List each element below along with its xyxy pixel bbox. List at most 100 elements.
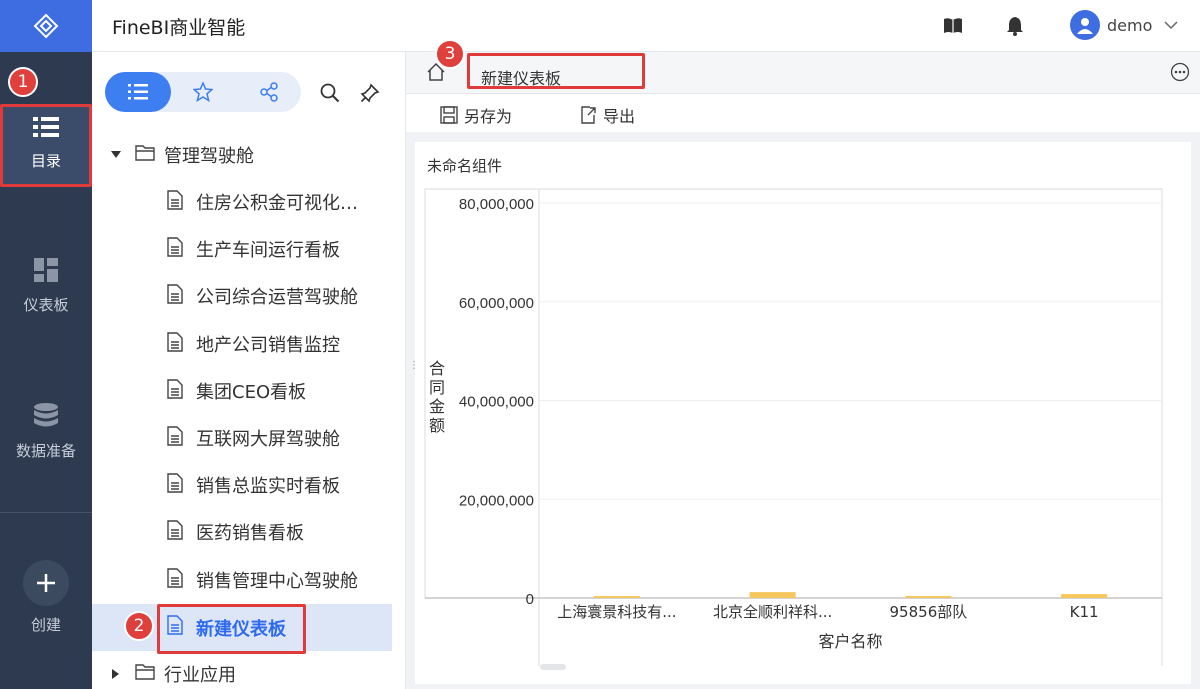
app-logo[interactable] [0, 0, 92, 52]
document-icon [167, 331, 183, 357]
export-icon [581, 106, 596, 124]
tab-list-view[interactable] [105, 72, 171, 112]
rail-label-data-prep: 数据准备 [15, 442, 76, 460]
tree-item-label: 公司综合运营驾驶舱 [196, 287, 358, 308]
star-icon [193, 82, 213, 102]
bar [749, 592, 796, 598]
x-tick-label: 上海寰景科技有... [557, 603, 676, 621]
document-icon [167, 283, 183, 309]
annotation-box-3 [467, 53, 645, 89]
share-icon [260, 82, 278, 102]
caret-right-icon[interactable] [110, 668, 122, 680]
tree-item-dashboard[interactable]: 生产车间运行看板 [92, 229, 392, 269]
x-tick-label: 95856部队 [890, 603, 968, 621]
annotation-box-1 [0, 104, 92, 187]
top-header: FineBI商业智能 demo [92, 0, 1200, 52]
dashboard-icon [34, 258, 58, 282]
y-tick-label: 20,000,000 [459, 492, 534, 509]
horizontal-scrollbar [540, 664, 566, 670]
tree-item-label: 生产车间运行看板 [196, 240, 340, 261]
y-tick-label: 80,000,000 [459, 196, 534, 213]
document-icon [167, 519, 183, 545]
annotation-badge-2: 2 [124, 611, 154, 641]
list-icon [128, 84, 148, 100]
plot-frame [424, 188, 1163, 599]
rail-item-create[interactable]: 创建 [0, 560, 92, 635]
chart-widget[interactable]: 未命名组件 80,000,000 60,000,000 40,000,000 20,0… [415, 142, 1191, 684]
dashboard-toolbar: 另存为 导出 [406, 94, 1200, 132]
tree-item-dashboard[interactable]: 集团CEO看板 [92, 371, 392, 411]
save-as-button[interactable]: 另存为 [440, 103, 512, 127]
document-icon [167, 472, 183, 498]
y-axis-title: 合 [429, 359, 445, 378]
username: demo [1107, 15, 1153, 35]
rail-item-dashboard[interactable]: 仪表板 [0, 258, 92, 315]
logo-icon [33, 13, 59, 39]
tree-folder-management[interactable]: 管理驾驶舱 [92, 135, 392, 175]
bar-chart: 80,000,000 60,000,000 40,000,000 20,000,000… [424, 188, 1163, 670]
user-menu[interactable]: demo [1070, 10, 1178, 40]
tree-item-dashboard[interactable]: 地产公司销售监控 [92, 324, 392, 364]
document-icon [167, 189, 183, 215]
tree-item-label: 销售总监实时看板 [196, 476, 340, 497]
tree-folder-industry[interactable]: 行业应用 [92, 654, 392, 689]
tab-favorites[interactable] [171, 72, 235, 112]
caret-down-icon[interactable] [110, 149, 122, 161]
more-icon[interactable] [1170, 62, 1190, 86]
tree-item-label: 互联网大屏驾驶舱 [196, 429, 340, 450]
annotation-badge-3: 3 [435, 39, 465, 69]
folder-icon [135, 663, 155, 686]
app-title: FineBI商业智能 [112, 17, 246, 39]
document-icon [167, 567, 183, 593]
tree-folder-label: 管理驾驶舱 [164, 146, 254, 167]
database-icon [34, 403, 58, 427]
tree-item-dashboard[interactable]: 销售总监实时看板 [92, 465, 392, 505]
pin-icon[interactable] [359, 82, 381, 104]
document-icon [167, 425, 183, 451]
document-icon [167, 378, 183, 404]
y-tick-label: 60,000,000 [459, 295, 534, 312]
search-icon[interactable] [319, 82, 341, 104]
y-axis-title: 额 [429, 416, 445, 435]
annotation-box-2 [157, 604, 306, 654]
y-tick-label: 0 [526, 591, 534, 608]
user-icon [1077, 18, 1093, 34]
tab-shared[interactable] [237, 72, 301, 112]
export-label: 导出 [603, 107, 636, 126]
folder-icon [135, 144, 155, 167]
rail-divider [0, 512, 92, 513]
tree-item-dashboard[interactable]: 公司综合运营驾驶舱 [92, 276, 392, 316]
document-icon [167, 236, 183, 262]
save-as-label: 另存为 [464, 107, 513, 126]
help-book-icon[interactable] [942, 15, 964, 37]
avatar [1070, 10, 1100, 40]
tree-item-label: 住房公积金可视化… [196, 193, 358, 214]
tree-folder-label: 行业应用 [164, 665, 236, 686]
y-tick-label: 40,000,000 [459, 394, 534, 411]
directory-panel: 管理驾驶舱 住房公积金可视化… 生产车间运行看板 公司综合运营驾驶舱 地产公司销售监控… [92, 52, 406, 689]
view-switcher [105, 72, 301, 112]
bell-icon[interactable] [1004, 15, 1026, 37]
x-tick-label: 北京全顺利祥科... [713, 603, 832, 621]
create-button[interactable] [23, 560, 69, 606]
plus-icon [37, 574, 55, 592]
main-area: 新建仪表板 另存为 导出 ⋮⋮ 未命名组件 80,000,00060,000,0… [406, 52, 1200, 689]
tree-item-dashboard[interactable]: 医药销售看板 [92, 512, 392, 552]
x-axis-title: 客户名称 [818, 632, 882, 651]
tree-item-dashboard[interactable]: 互联网大屏驾驶舱 [92, 418, 392, 458]
tree-item-label: 医药销售看板 [196, 523, 304, 544]
annotation-badge-1: 1 [8, 67, 38, 97]
export-button[interactable]: 导出 [579, 103, 635, 127]
bar [1061, 594, 1108, 598]
tree-item-label: 销售管理中心驾驶舱 [196, 571, 358, 592]
save-icon [440, 106, 458, 124]
tree-item-label: 地产公司销售监控 [196, 335, 340, 356]
rail-item-data-prep[interactable]: 数据准备 [0, 402, 92, 461]
tree-item-dashboard[interactable]: 住房公积金可视化… [92, 182, 392, 222]
tree-item-label: 集团CEO看板 [196, 382, 307, 403]
chevron-down-icon [1164, 21, 1178, 30]
bar [593, 596, 640, 598]
bar [905, 596, 952, 598]
y-axis-title: 同 [429, 378, 445, 397]
tree-item-dashboard[interactable]: 销售管理中心驾驶舱 [92, 560, 392, 600]
